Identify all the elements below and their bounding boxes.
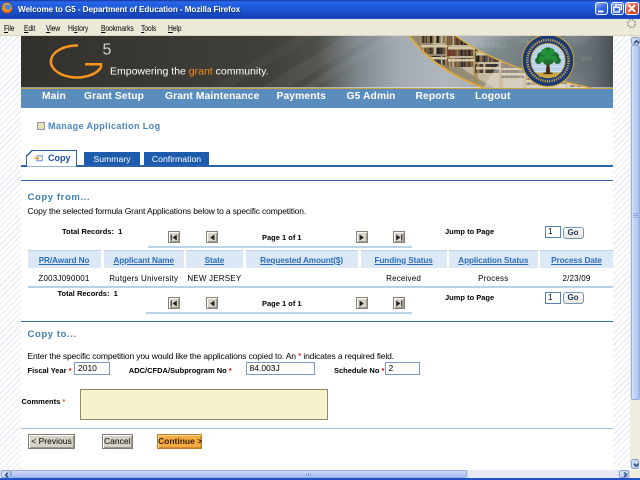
- svg-text:Empowering the grant community: Empowering the grant community.: [110, 66, 269, 78]
- svg-text:∫f(x): ∫f(x): [580, 55, 592, 62]
- svg-text:T(x))ƒ(x₀): T(x))ƒ(x₀): [478, 41, 506, 49]
- svg-text:5: 5: [103, 42, 112, 59]
- svg-text:(0,θ): (0,θ): [518, 38, 529, 45]
